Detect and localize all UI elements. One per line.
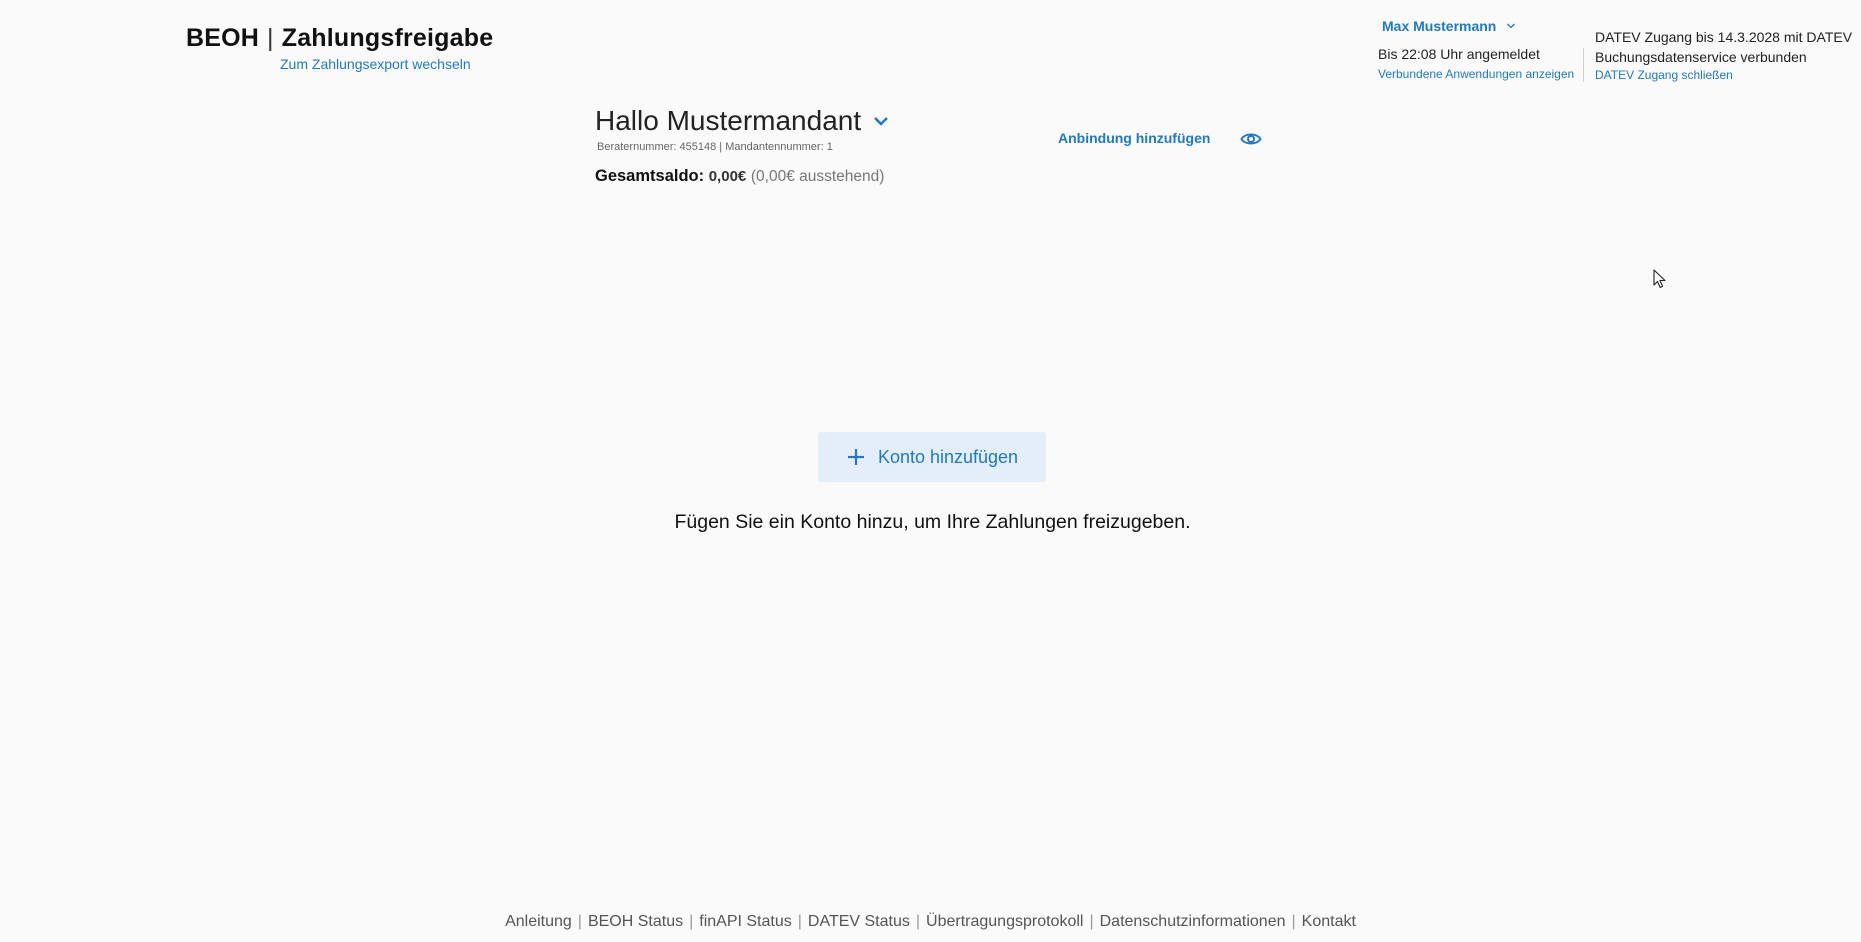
app-title: BEOH | Zahlungsfreigabe [186,24,493,53]
add-account-label: Konto hinzufügen [877,446,1019,467]
add-connection-link[interactable]: Anbindung hinzufügen [1058,130,1210,146]
mandant-header: Hallo Mustermandant Beraternummer: 45514… [595,105,889,186]
mouse-cursor-icon [1653,269,1666,289]
chevron-down-icon [1507,23,1516,29]
footer-link-anleitung[interactable]: Anleitung [505,913,572,930]
app-name: Zahlungsfreigabe [281,24,494,52]
add-account-button[interactable]: Konto hinzufügen [818,432,1046,482]
footer-separator: | [1089,913,1094,930]
balance-amount: 0,00€ [708,168,747,185]
footer-link-privacy[interactable]: Datenschutzinformationen [1100,913,1286,930]
footer-link-contact[interactable]: Kontakt [1302,913,1356,930]
footer-link-protocol[interactable]: Übertragungsprotokoll [926,913,1083,930]
client-numbers: Beraternummer: 455148 | Mandantennummer:… [597,141,833,153]
balance-label: Gesamtsaldo: [595,167,705,185]
chevron-down-icon[interactable] [873,115,889,127]
footer-link-datev-status[interactable]: DATEV Status [808,913,910,930]
session-status: Bis 22:08 Uhr angemeldet [1378,46,1540,62]
footer-links: Anleitung | BEOH Status | finAPI Status | DATE… [0,913,1861,931]
footer-separator: | [1291,913,1296,930]
total-balance: Gesamtsaldo: 0,00€ (0,00€ ausstehend) [595,167,889,186]
footer-separator: | [797,913,802,930]
brand-header: BEOH | Zahlungsfreigabe Zum Zahlungsexport… [186,24,493,72]
brand-separator: | [267,24,274,52]
footer-separator: | [915,913,921,930]
user-name: Max Mustermann [1382,18,1497,34]
footer-link-finapi-status[interactable]: finAPI Status [699,913,792,930]
greeting-title: Hallo Mustermandant [595,105,862,136]
empty-state-hint: Fügen Sie ein Konto hinzu, um Ihre Zahlu… [674,511,1191,533]
balance-pending: (0,00€ ausstehend) [750,168,885,185]
footer-link-beoh-status[interactable]: BEOH Status [588,913,683,930]
connected-apps-link[interactable]: Verbundene Anwendungen anzeigen [1378,67,1588,81]
plus-icon [847,449,864,465]
eye-icon[interactable] [1240,129,1262,149]
brand-name: BEOH [186,24,260,52]
user-info: Max Mustermann Bis 22:08 Uhr angemeldet … [1378,18,1588,81]
datev-status-line1: DATEV Zugang bis 14.3.2028 mit DATEV [1595,29,1853,45]
page: BEOH | Zahlungsfreigabe Zum Zahlungsexport… [0,0,1861,942]
header-divider [1583,48,1584,82]
datev-info: DATEV Zugang bis 14.3.2028 mit DATEV Buc… [1595,27,1855,82]
footer-separator: | [577,913,582,930]
datev-close-link[interactable]: DATEV Zugang schließen [1595,68,1855,82]
user-menu-button[interactable]: Max Mustermann [1382,18,1588,34]
datev-status-line2: Buchungsdatenservice verbunden [1595,49,1807,65]
footer-separator: | [689,913,694,930]
switch-to-export-link[interactable]: Zum Zahlungsexport wechseln [280,56,471,72]
